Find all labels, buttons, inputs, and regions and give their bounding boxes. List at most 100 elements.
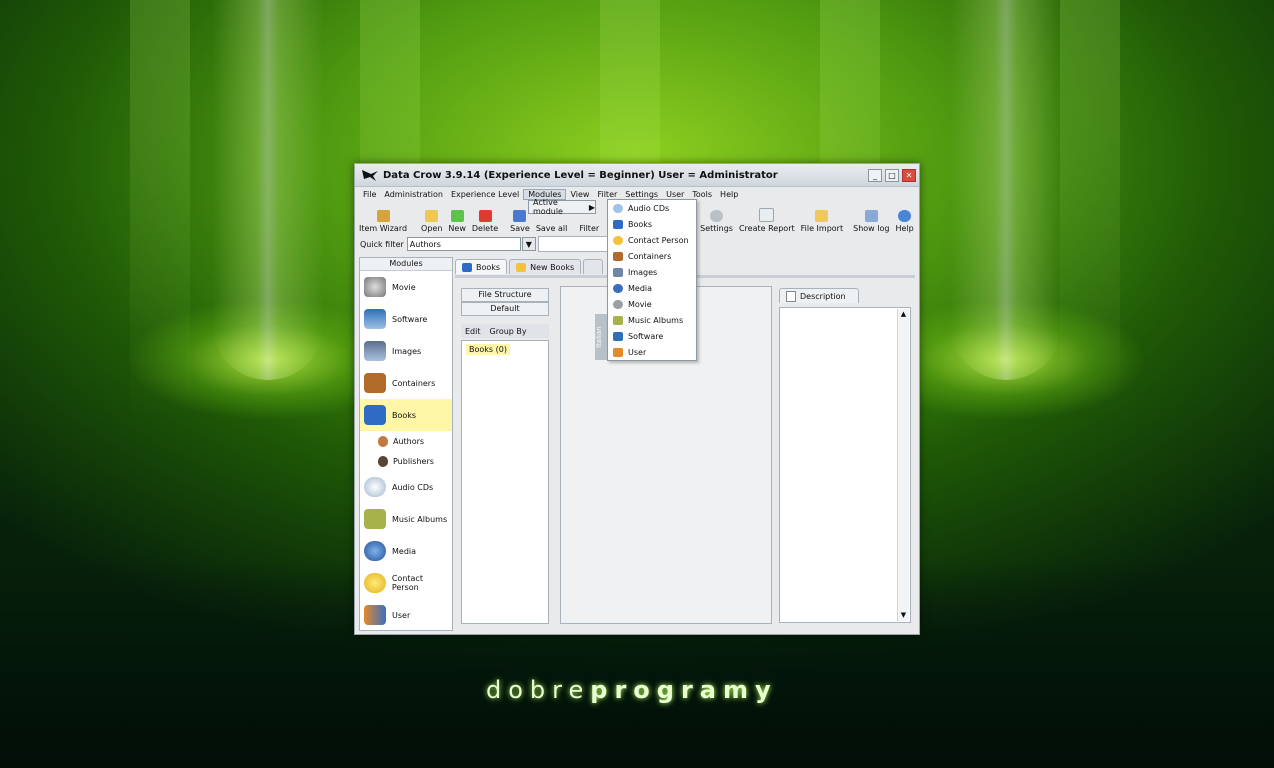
- quick-filter-label: Quick filter: [360, 239, 404, 249]
- submenu-media[interactable]: Media: [608, 280, 696, 296]
- help-button[interactable]: Help: [895, 210, 914, 233]
- module-books[interactable]: Books: [360, 399, 452, 431]
- person-icon: [378, 455, 388, 467]
- submenu-containers[interactable]: Containers: [608, 248, 696, 264]
- new-label: New: [448, 224, 466, 233]
- folder-icon: [425, 210, 439, 222]
- chevron-down-icon[interactable]: ▼: [521, 237, 536, 251]
- open-button[interactable]: Open: [421, 210, 442, 233]
- books-tree: Books (0): [461, 340, 549, 624]
- menu-user[interactable]: User: [662, 190, 688, 199]
- module-publishers[interactable]: Publishers: [360, 451, 452, 471]
- tree-actions: Edit Group By: [461, 324, 549, 338]
- maximize-button[interactable]: □: [885, 168, 899, 182]
- submenu-movie-label: Movie: [628, 299, 652, 309]
- save-label: Save: [510, 224, 530, 233]
- submenu-images[interactable]: Images: [608, 264, 696, 280]
- create-report-label: Create Report: [738, 224, 795, 233]
- tab-hidden[interactable]: [583, 259, 604, 274]
- menu-settings[interactable]: Settings: [621, 190, 662, 199]
- submenu-movie[interactable]: Movie: [608, 296, 696, 312]
- quick-filter-input[interactable]: [537, 236, 610, 252]
- module-authors[interactable]: Authors: [360, 431, 452, 451]
- delete-button[interactable]: Delete: [472, 210, 498, 233]
- quick-filter-field[interactable]: Authors: [406, 237, 521, 251]
- book-icon: [462, 262, 472, 272]
- modules-header: Modules: [360, 258, 452, 271]
- file-structure-label: File Structure: [461, 288, 549, 302]
- submenu-images-label: Images: [628, 267, 658, 277]
- light-stripe: [1060, 0, 1120, 420]
- menu-tools[interactable]: Tools: [688, 190, 716, 199]
- module-audio-cds[interactable]: Audio CDs: [360, 471, 452, 503]
- show-log-button[interactable]: Show log: [853, 210, 889, 233]
- help-icon: [898, 210, 912, 222]
- plus-icon: [450, 210, 464, 222]
- document-icon: [786, 290, 796, 302]
- submenu-containers-label: Containers: [628, 251, 672, 261]
- menu-file[interactable]: File: [359, 190, 380, 199]
- tab-books-label: Books: [476, 262, 501, 272]
- users-icon: [613, 347, 623, 357]
- settings-button[interactable]: Settings: [700, 210, 733, 233]
- submenu-software[interactable]: Software: [608, 328, 696, 344]
- edit-button[interactable]: Edit: [465, 327, 481, 336]
- person-icon: [378, 435, 388, 447]
- module-images[interactable]: Images: [360, 335, 452, 367]
- file-structure-select[interactable]: Default: [461, 302, 549, 316]
- module-movie[interactable]: Movie: [360, 271, 452, 303]
- module-authors-label: Authors: [393, 436, 425, 446]
- tab-description-label: Description: [800, 291, 846, 301]
- tab-new-books[interactable]: New Books: [509, 259, 582, 274]
- tab-books[interactable]: Books: [455, 259, 508, 274]
- submenu-user-label: User: [628, 347, 647, 357]
- module-submenu: Audio CDs Books Contact Person Container…: [607, 199, 697, 361]
- crow-logo-icon: [362, 170, 378, 181]
- tab-bar: Books New Books: [455, 259, 605, 275]
- submenu-books[interactable]: Books: [608, 216, 696, 232]
- cd-icon: [613, 203, 623, 213]
- minimize-button[interactable]: _: [868, 168, 882, 182]
- menu-experience-level[interactable]: Experience Level: [447, 190, 523, 199]
- close-button[interactable]: ✕: [902, 168, 916, 182]
- create-report-button[interactable]: Create Report: [739, 208, 795, 233]
- save-button[interactable]: Save: [510, 210, 530, 233]
- item-wizard-button[interactable]: Item Wizard: [359, 210, 407, 233]
- module-containers[interactable]: Containers: [360, 367, 452, 399]
- title-bar[interactable]: Data Crow 3.9.14 (Experience Level = Beg…: [355, 164, 919, 187]
- submenu-books-label: Books: [628, 219, 653, 229]
- modules-panel: Modules Movie Software Images Containers…: [359, 257, 453, 631]
- active-module-menu-item[interactable]: Active module ▶: [528, 198, 596, 216]
- group-by-button[interactable]: Group By: [490, 327, 527, 336]
- scroll-down-arrow-icon[interactable]: ▼: [898, 610, 909, 621]
- menu-help[interactable]: Help: [716, 190, 742, 199]
- new-button[interactable]: New: [448, 210, 466, 233]
- description-box[interactable]: ▲ ▼: [779, 307, 911, 623]
- smiley-icon: [613, 235, 623, 245]
- module-user[interactable]: User: [360, 599, 452, 631]
- file-import-button[interactable]: File Import: [801, 210, 843, 233]
- submenu-music-albums[interactable]: Music Albums: [608, 312, 696, 328]
- watermark: dobreprogramy: [486, 676, 778, 704]
- open-label: Open: [421, 224, 443, 233]
- module-contact-person[interactable]: Contact Person: [360, 567, 452, 599]
- help-label: Help: [895, 224, 914, 233]
- container-icon: [613, 251, 623, 261]
- menu-administration[interactable]: Administration: [380, 190, 447, 199]
- module-music-albums[interactable]: Music Albums: [360, 503, 452, 535]
- tree-node-books[interactable]: Books (0): [466, 344, 510, 355]
- description-panel: Description ▲ ▼: [779, 288, 911, 624]
- scroll-up-arrow-icon[interactable]: ▲: [898, 309, 909, 320]
- module-media[interactable]: Media: [360, 535, 452, 567]
- submenu-user[interactable]: User: [608, 344, 696, 360]
- tab-description[interactable]: Description: [779, 288, 859, 303]
- description-scrollbar[interactable]: ▲ ▼: [897, 309, 909, 621]
- module-movie-label: Movie: [392, 282, 416, 292]
- module-software[interactable]: Software: [360, 303, 452, 335]
- module-books-label: Books: [392, 410, 417, 420]
- music-note-icon: [364, 509, 386, 529]
- log-icon: [864, 210, 878, 222]
- submenu-contact-person[interactable]: Contact Person: [608, 232, 696, 248]
- submenu-audio-cds[interactable]: Audio CDs: [608, 200, 696, 216]
- menu-filter[interactable]: Filter: [593, 190, 621, 199]
